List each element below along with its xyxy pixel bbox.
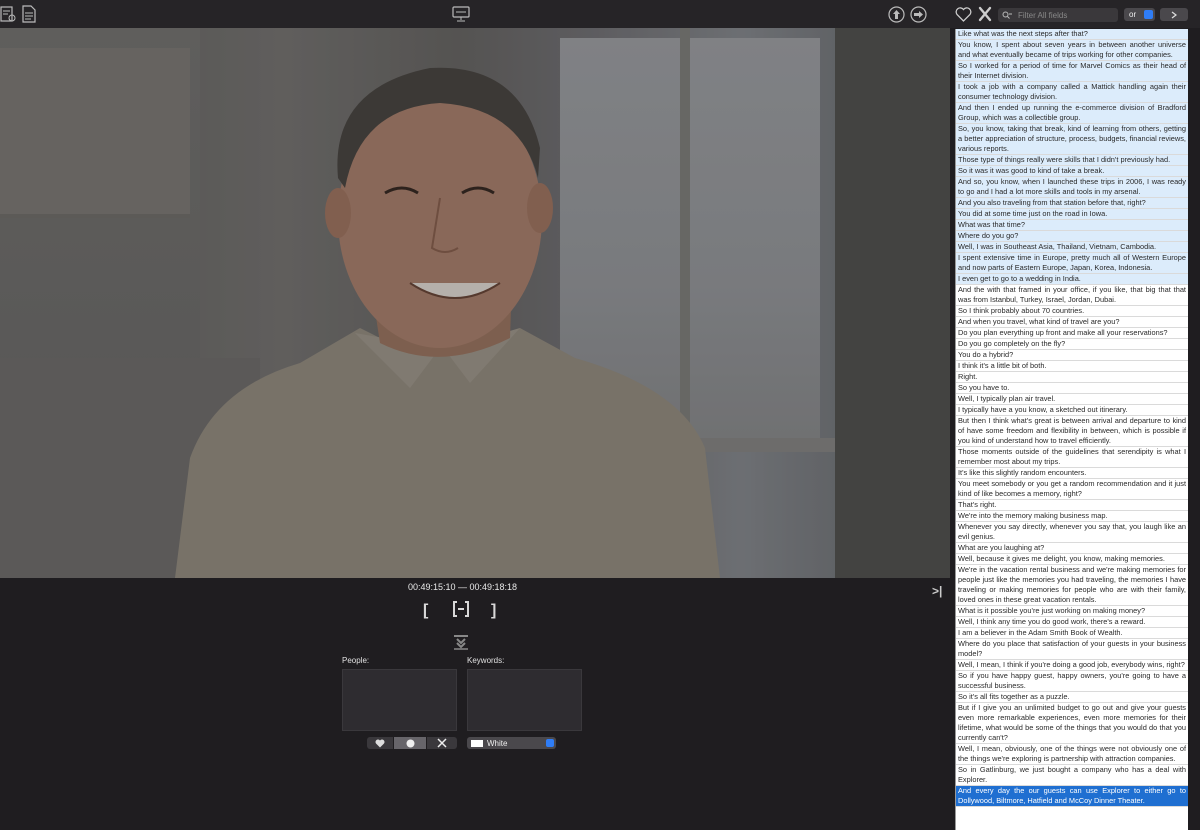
transcript-line[interactable]: But then I think what's great is between… bbox=[956, 416, 1188, 447]
transcript-list[interactable]: Like what was the next steps after that?… bbox=[955, 29, 1188, 830]
keywords-label: Keywords: bbox=[467, 656, 505, 665]
transcript-line[interactable]: I am a believer in the Adam Smith Book o… bbox=[956, 628, 1188, 639]
transcript-line[interactable]: Well, I think any time you do good work,… bbox=[956, 617, 1188, 628]
circle-icon bbox=[406, 739, 414, 747]
transcript-line[interactable]: Where do you place that satisfaction of … bbox=[956, 639, 1188, 660]
share-icon[interactable] bbox=[910, 6, 927, 23]
people-label: People: bbox=[342, 656, 370, 665]
select-stepper-icon bbox=[1144, 10, 1153, 19]
timecode-range: 00:49:15:10 — 00:49:18:18 bbox=[407, 582, 518, 592]
next-button[interactable] bbox=[1160, 8, 1188, 21]
transcript-line[interactable]: What was that time? bbox=[956, 220, 1188, 231]
clip-bracket-icon bbox=[453, 601, 469, 617]
upload-icon[interactable] bbox=[888, 6, 905, 23]
mark-clip-button[interactable] bbox=[452, 600, 470, 618]
people-list[interactable] bbox=[342, 669, 457, 731]
transcript-line[interactable]: I typically have a you know, a sketched … bbox=[956, 405, 1188, 416]
transcript-line[interactable]: So it was it was good to kind of take a … bbox=[956, 166, 1188, 177]
keywords-list[interactable] bbox=[467, 669, 582, 731]
heart-icon bbox=[375, 739, 385, 747]
transcript-line[interactable]: Well, I typically plan air travel. bbox=[956, 394, 1188, 405]
operator-select[interactable]: or bbox=[1124, 8, 1155, 21]
transcript-line[interactable]: I think it's a little bit of both. bbox=[956, 361, 1188, 372]
video-viewer[interactable] bbox=[0, 28, 950, 578]
transcript-line[interactable]: Whenever you say directly, whenever you … bbox=[956, 522, 1188, 543]
collapse-transcript-button[interactable]: >| bbox=[932, 584, 942, 598]
transcript-line[interactable]: Those type of things really were skills … bbox=[956, 155, 1188, 166]
transcript-line[interactable]: Do you plan everything up front and make… bbox=[956, 328, 1188, 339]
transcript-line[interactable]: We're in the vacation rental business an… bbox=[956, 565, 1188, 606]
transcript-line[interactable]: So I think probably about 70 countries. bbox=[956, 306, 1188, 317]
close-icon bbox=[437, 738, 447, 748]
transcript-line[interactable]: What are you laughing at? bbox=[956, 543, 1188, 554]
filter-input[interactable] bbox=[1018, 10, 1118, 20]
transcript-line[interactable]: But if I give you an unlimited budget to… bbox=[956, 703, 1188, 744]
transcript-line[interactable]: You meet somebody or you get a random re… bbox=[956, 479, 1188, 500]
select-stepper-icon bbox=[546, 739, 554, 747]
transcript-line[interactable]: Well, I mean, obviously, one of the thin… bbox=[956, 744, 1188, 765]
transcript-line[interactable]: Well, I mean, I think if you're doing a … bbox=[956, 660, 1188, 671]
transcript-line[interactable]: What is it possible you're just working … bbox=[956, 606, 1188, 617]
transcript-line[interactable]: And every day the our guests can use Exp… bbox=[956, 786, 1188, 807]
transcript-line[interactable]: So in Gatlinburg, we just bought a compa… bbox=[956, 765, 1188, 786]
reject-button[interactable] bbox=[427, 737, 457, 749]
color-label-value: White bbox=[487, 738, 508, 748]
transcript-line[interactable]: Well, because it gives me delight, you k… bbox=[956, 554, 1188, 565]
color-label-select[interactable]: White bbox=[467, 737, 556, 749]
transcript-line[interactable]: You know, I spent about seven years in b… bbox=[956, 40, 1188, 61]
rating-segmented-control bbox=[367, 737, 457, 749]
favorite-button[interactable] bbox=[367, 737, 393, 749]
transcript-line[interactable]: I took a job with a company called a Mat… bbox=[956, 82, 1188, 103]
document-icon[interactable] bbox=[21, 5, 37, 23]
transcript-line[interactable]: So, you know, taking that break, kind of… bbox=[956, 124, 1188, 155]
transcript-line[interactable]: So I worked for a period of time for Mar… bbox=[956, 61, 1188, 82]
inspector-icon[interactable] bbox=[0, 5, 16, 23]
monitor-icon[interactable] bbox=[452, 6, 470, 22]
mark-out-button[interactable]: ] bbox=[491, 602, 496, 620]
transcript-line[interactable]: So you have to. bbox=[956, 383, 1188, 394]
unrated-button[interactable] bbox=[394, 737, 426, 749]
transcript-line[interactable]: You do a hybrid? bbox=[956, 350, 1188, 361]
transcript-line[interactable]: That's right. bbox=[956, 500, 1188, 511]
transcript-line[interactable]: Where do you go? bbox=[956, 231, 1188, 242]
transcript-line[interactable]: And then I ended up running the e-commer… bbox=[956, 103, 1188, 124]
reject-x-icon[interactable] bbox=[978, 6, 992, 22]
color-swatch bbox=[471, 739, 483, 747]
transcript-line[interactable]: And the with that framed in your office,… bbox=[956, 285, 1188, 306]
chevron-right-icon bbox=[1171, 10, 1177, 19]
operator-value: or bbox=[1129, 10, 1137, 19]
transcript-line[interactable]: And you also traveling from that station… bbox=[956, 198, 1188, 209]
transcript-line[interactable]: Do you go completely on the fly? bbox=[956, 339, 1188, 350]
transcript-line[interactable]: We're into the memory making business ma… bbox=[956, 511, 1188, 522]
interviewee-frame bbox=[0, 28, 950, 578]
transcript-line[interactable]: It's like this slightly random encounter… bbox=[956, 468, 1188, 479]
merge-down-icon[interactable] bbox=[453, 634, 469, 655]
transcript-line[interactable]: So it's all fits together as a puzzle. bbox=[956, 692, 1188, 703]
top-toolbar: or bbox=[0, 0, 1200, 28]
transcript-line[interactable]: So if you have happy guest, happy owners… bbox=[956, 671, 1188, 692]
transcript-line[interactable]: Right. bbox=[956, 372, 1188, 383]
heart-icon[interactable] bbox=[955, 7, 972, 22]
transcript-line[interactable]: Those moments outside of the guidelines … bbox=[956, 447, 1188, 468]
transcript-line[interactable]: I even get to go to a wedding in India. bbox=[956, 274, 1188, 285]
transcript-line[interactable]: Well, I was in Southeast Asia, Thailand,… bbox=[956, 242, 1188, 253]
mark-in-button[interactable]: [ bbox=[423, 602, 428, 620]
transcript-line[interactable]: And so, you know, when I launched these … bbox=[956, 177, 1188, 198]
filter-field[interactable] bbox=[998, 8, 1118, 22]
transcript-line[interactable]: And when you travel, what kind of travel… bbox=[956, 317, 1188, 328]
transcript-line[interactable]: You did at some time just on the road in… bbox=[956, 209, 1188, 220]
search-icon bbox=[1002, 11, 1012, 19]
transcript-line[interactable]: Like what was the next steps after that? bbox=[956, 29, 1188, 40]
transcript-line[interactable]: I spent extensive time in Europe, pretty… bbox=[956, 253, 1188, 274]
